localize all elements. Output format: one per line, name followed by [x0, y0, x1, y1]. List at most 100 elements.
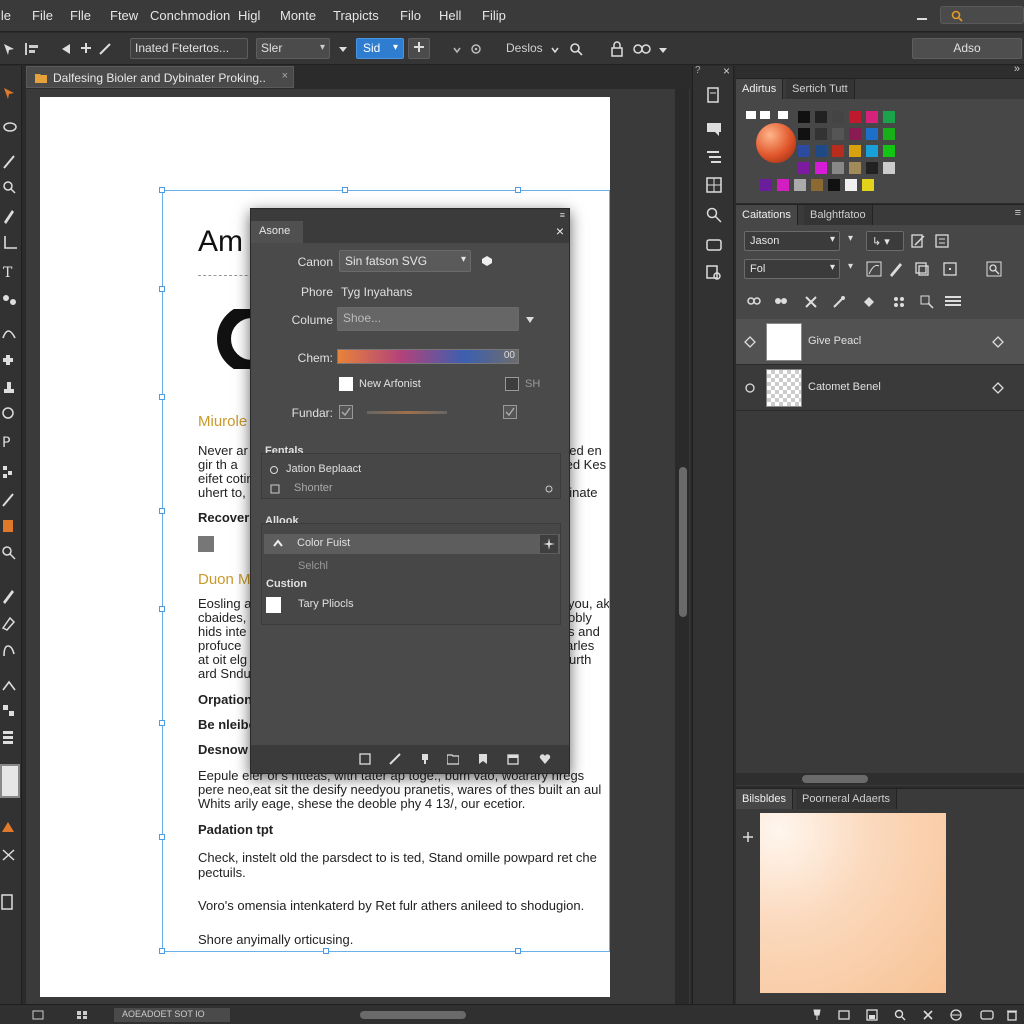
curve-icon[interactable]: [866, 261, 882, 277]
blur-tool-icon[interactable]: [0, 490, 22, 510]
pen-tool-icon[interactable]: [0, 206, 22, 226]
color-swatch[interactable]: [815, 145, 827, 157]
zoom-icon[interactable]: [920, 295, 934, 309]
align-icon[interactable]: [24, 42, 40, 56]
inspect-panel-icon[interactable]: [705, 264, 723, 282]
color-swatch[interactable]: [832, 162, 844, 174]
color-sphere[interactable]: [756, 123, 796, 163]
chevron-down-icon[interactable]: [658, 45, 668, 55]
fundar-checkbox-right[interactable]: [503, 405, 517, 419]
frame-icon[interactable]: [942, 261, 958, 277]
menu-item-ftew[interactable]: Ftew: [110, 8, 138, 23]
new-artonist-checkbox[interactable]: [339, 377, 353, 391]
move-tool-icon[interactable]: [0, 84, 22, 104]
fundar-checkbox[interactable]: [339, 405, 353, 419]
grid-icon[interactable]: [76, 1010, 88, 1020]
tab-sertich-tutt[interactable]: Sertich Tutt: [786, 79, 855, 99]
fx-icon[interactable]: [774, 295, 788, 307]
pin-icon[interactable]: [810, 1009, 822, 1021]
dodge-tool-icon[interactable]: [0, 516, 22, 536]
menu-item-filo[interactable]: Filo: [400, 8, 421, 23]
history-tool-icon[interactable]: [0, 404, 22, 424]
tab-caitations[interactable]: Caitations: [736, 205, 798, 225]
tary-pliocls-checkbox[interactable]: [266, 597, 281, 613]
option-shonter[interactable]: Shonter: [294, 482, 333, 494]
color-swatch[interactable]: [777, 179, 789, 191]
search-icon[interactable]: [986, 261, 1002, 277]
zoom-tool-icon[interactable]: [0, 544, 22, 564]
options-icon[interactable]: [992, 336, 1004, 348]
new-page-icon[interactable]: [359, 753, 371, 765]
document-tab[interactable]: Dalfesing Bioler and Dybinater Proking..…: [26, 66, 294, 88]
transform-handle[interactable]: [159, 286, 165, 292]
chevron-down-icon[interactable]: ▾: [848, 261, 853, 272]
scrollbar-thumb[interactable]: [802, 775, 868, 783]
fundar-slider[interactable]: [367, 411, 447, 414]
horizontal-scroll-thumb[interactable]: [360, 1011, 466, 1019]
new-layer-icon[interactable]: [944, 295, 964, 309]
heal-tool-icon[interactable]: [0, 350, 22, 370]
color-swatch[interactable]: [849, 162, 861, 174]
swatch[interactable]: [778, 111, 788, 119]
menu-item-filip[interactable]: Filip: [482, 8, 506, 23]
path-tool-icon[interactable]: [0, 322, 22, 342]
layout-tool-icon[interactable]: [0, 728, 22, 748]
colume-input[interactable]: Shoe...: [337, 307, 519, 331]
extras-icon[interactable]: [0, 892, 22, 912]
magnify-tool-icon[interactable]: [0, 178, 22, 198]
color-swatch[interactable]: [815, 162, 827, 174]
target-icon[interactable]: [470, 43, 482, 55]
pen-icon[interactable]: [888, 261, 904, 277]
color-swatch[interactable]: [866, 162, 878, 174]
transform-handle[interactable]: [323, 948, 329, 954]
menu-item-hell[interactable]: Hell: [439, 8, 461, 23]
option-jation[interactable]: Jation Beplaact: [286, 463, 361, 475]
quick-mask-icon[interactable]: [0, 818, 22, 838]
color-swatch[interactable]: [883, 111, 895, 123]
fill-select[interactable]: Fol ▾: [744, 259, 840, 279]
color-swatch[interactable]: [845, 179, 857, 191]
layers-icon[interactable]: [980, 1009, 994, 1021]
type-tool-icon[interactable]: T: [0, 262, 22, 282]
panel-menu-icon[interactable]: ?: [695, 65, 701, 76]
radio-button[interactable]: [270, 466, 278, 474]
color-swatch[interactable]: [832, 128, 844, 140]
bookmark-icon[interactable]: [477, 753, 489, 765]
color-swatch[interactable]: [883, 162, 895, 174]
chevron-down-icon[interactable]: ▾: [848, 233, 853, 244]
document-scrollbar[interactable]: [675, 89, 689, 1004]
transform-handle[interactable]: [342, 187, 348, 193]
color-swatch[interactable]: [811, 179, 823, 191]
color-swatch[interactable]: [828, 179, 840, 191]
mode-select[interactable]: Sler ▾: [256, 38, 330, 59]
grid-panel-icon[interactable]: [705, 176, 723, 194]
shape-tool-icon[interactable]: [0, 290, 22, 310]
foreground-color-swatch[interactable]: [0, 764, 20, 798]
tab-bilsbldes[interactable]: Bilsbldes: [736, 789, 794, 809]
swatch[interactable]: [746, 111, 756, 119]
comment-panel-icon[interactable]: [705, 120, 723, 138]
workspace-button[interactable]: Adso: [912, 38, 1022, 59]
chevron-down-icon[interactable]: [452, 45, 462, 55]
triangle-down-icon[interactable]: [338, 44, 348, 54]
list-icon[interactable]: [934, 233, 950, 249]
collapse-icon[interactable]: »: [1014, 63, 1020, 75]
copy-icon[interactable]: [914, 261, 930, 277]
link-icon[interactable]: [746, 295, 762, 307]
transform-handle[interactable]: [515, 187, 521, 193]
canon-select[interactable]: Sin fatson SVG ▾: [339, 250, 471, 272]
calendar-icon[interactable]: [507, 753, 519, 765]
menu-item-conchmodion[interactable]: Conchmodion: [150, 8, 230, 23]
dots-icon[interactable]: [892, 295, 906, 309]
transform-handle[interactable]: [159, 187, 165, 193]
crop-tool-icon[interactable]: [0, 234, 22, 254]
menu-item-trapicts[interactable]: Trapicts: [333, 8, 379, 23]
transform-handle[interactable]: [159, 394, 165, 400]
chevron-down-icon[interactable]: [550, 45, 560, 55]
sparkle-icon[interactable]: [540, 535, 558, 553]
triangle-down-icon[interactable]: [525, 315, 535, 325]
layer-row[interactable]: Catomet Benel: [736, 365, 1024, 411]
tab-adirtus[interactable]: Adirtus: [736, 79, 784, 99]
sh-checkbox[interactable]: [505, 377, 519, 391]
transform-handle[interactable]: [159, 948, 165, 954]
